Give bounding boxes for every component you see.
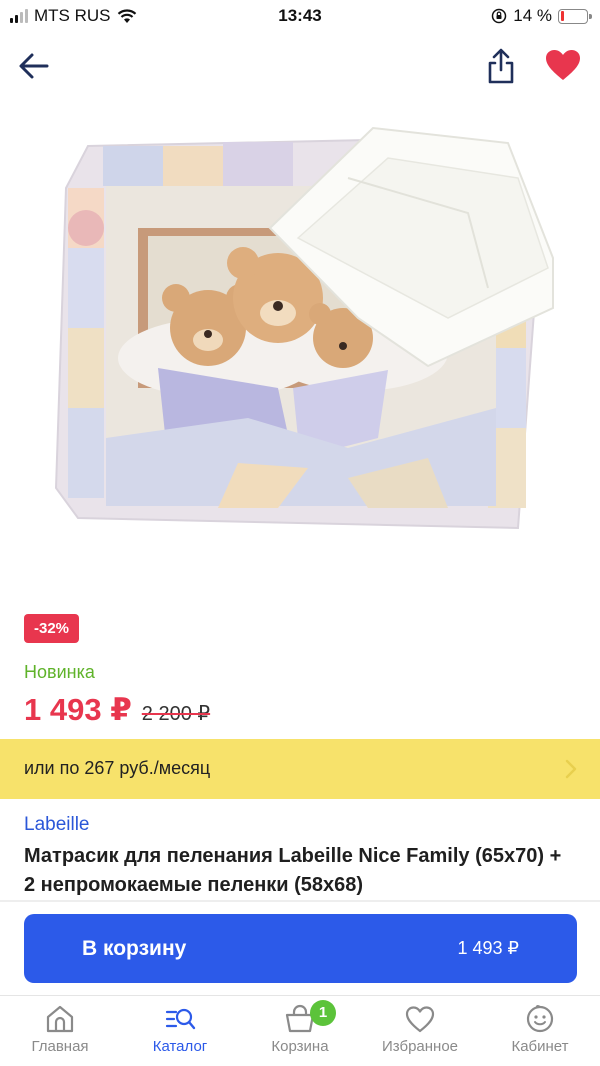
product-image[interactable] (48, 118, 558, 548)
add-to-cart-button[interactable]: В корзину 1 493 ₽ (24, 914, 577, 983)
share-icon (488, 48, 514, 84)
product-title: Матрасик для пеленания Labeille Nice Fam… (24, 845, 562, 896)
catalog-search-icon (165, 1008, 196, 1030)
chevron-right-icon (565, 759, 577, 779)
installment-text: или по 267 руб./месяц (24, 758, 211, 778)
tab-catalog[interactable]: Каталог (120, 1004, 240, 1055)
current-price: 1 493 ₽ (24, 692, 132, 727)
tab-catalog-label: Каталог (152, 1038, 208, 1055)
status-bar: MTS RUS 13:43 14 % (0, 0, 600, 32)
back-button[interactable] (16, 48, 56, 84)
product-photo (54, 126, 554, 530)
cart-count-badge: 1 (310, 1000, 336, 1026)
add-to-cart-label: В корзину (82, 937, 187, 960)
tab-account[interactable]: Кабинет (480, 1004, 600, 1055)
status-right: 14 % (491, 6, 592, 26)
share-button[interactable] (484, 46, 520, 86)
tab-account-label: Кабинет (511, 1038, 569, 1055)
divider (0, 900, 600, 902)
heart-outline-icon (405, 1006, 435, 1033)
installment-banner[interactable]: или по 267 руб./месяц (0, 739, 600, 799)
tab-home[interactable]: Главная (0, 1004, 120, 1055)
battery-percent: 14 % (513, 6, 552, 25)
tab-favorites-label: Избранное (381, 1038, 459, 1055)
price-row: 1 493 ₽ 2 200 ₽ (24, 692, 210, 728)
add-to-cart-price: 1 493 ₽ (457, 938, 520, 958)
favorite-button[interactable] (544, 48, 584, 84)
brand-link[interactable]: Labeille (24, 814, 90, 836)
tab-favorites[interactable]: Избранное (360, 1004, 480, 1055)
heart-icon (546, 50, 580, 80)
old-price: 2 200 ₽ (141, 703, 211, 725)
orientation-lock-icon (492, 8, 507, 24)
new-label: Новинка (24, 662, 95, 682)
arrow-left-icon (19, 53, 49, 79)
tab-cart[interactable]: 1 Корзина (240, 1000, 360, 1055)
smiley-icon (526, 1005, 554, 1033)
discount-badge: -32% (24, 614, 80, 643)
tab-cart-label: Корзина (271, 1038, 329, 1055)
home-icon (46, 1005, 74, 1033)
battery-icon (558, 8, 592, 24)
tab-bar: Главная Каталог 1 Корзина Избранное Каби… (0, 995, 600, 1066)
top-nav (0, 38, 600, 94)
tab-home-label: Главная (31, 1038, 89, 1055)
